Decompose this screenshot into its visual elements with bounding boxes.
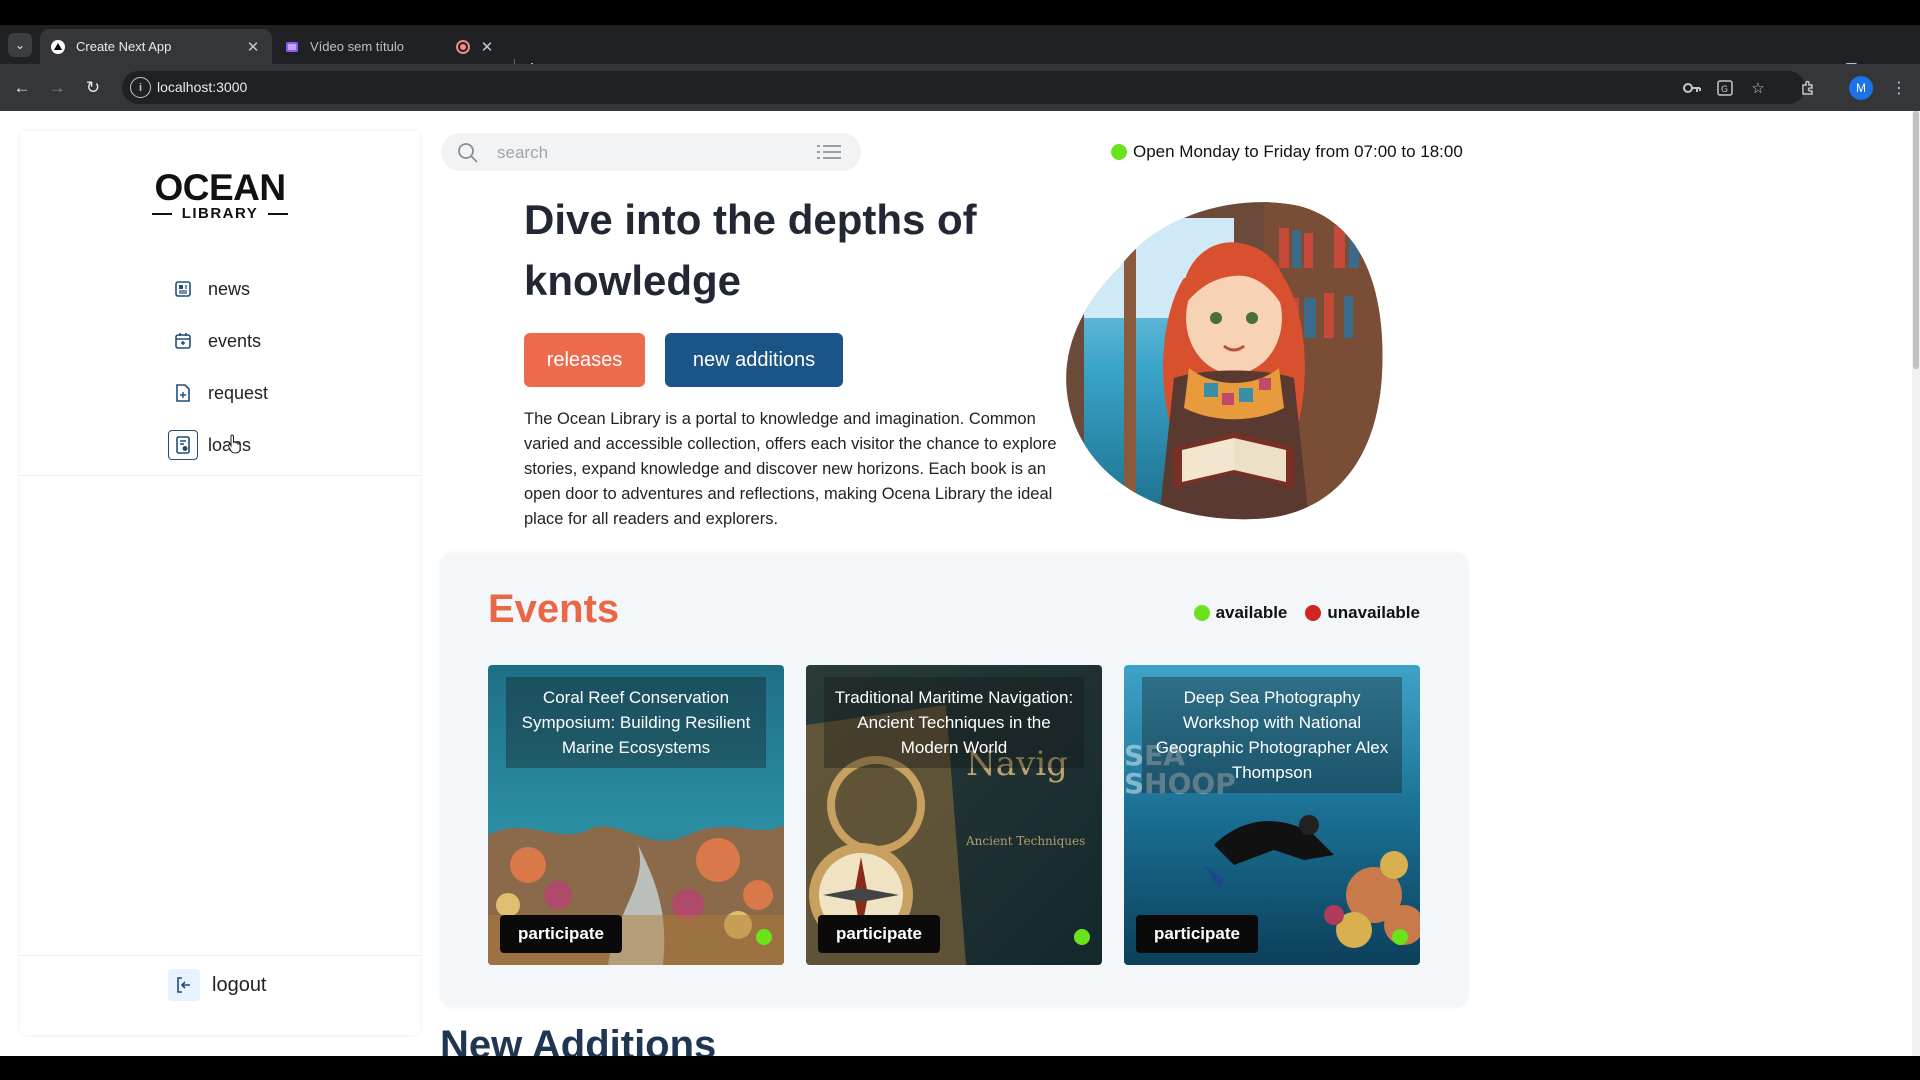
logout-button[interactable]: logout	[168, 967, 267, 1003]
logout-icon	[168, 969, 200, 1001]
logo-dash	[268, 212, 289, 215]
scrollbar-thumb[interactable]	[1913, 111, 1919, 369]
ocean-library-logo[interactable]: OCEAN LIBRARY	[20, 169, 420, 222]
hand-cursor-icon	[227, 434, 241, 454]
logo-main: OCEAN	[154, 167, 286, 208]
translate-icon[interactable]: G	[1714, 77, 1736, 99]
new-additions-title: New Additions	[440, 1023, 717, 1056]
newspaper-icon	[168, 274, 198, 304]
sidebar-item-events[interactable]: events	[168, 323, 261, 359]
sidebar-item-request[interactable]: request	[168, 375, 268, 411]
sidebar-item-label: events	[208, 330, 262, 351]
clipchamp-icon	[284, 39, 300, 55]
close-tab-icon[interactable]: ✕	[244, 38, 262, 56]
search-input[interactable]: search	[497, 143, 548, 163]
tab-video[interactable]: Vídeo sem título ✕	[274, 29, 506, 64]
site-info-icon[interactable]: i	[130, 77, 151, 98]
page-viewport: OCEAN LIBRARY news events request logout…	[0, 111, 1920, 1056]
event-title: Coral Reef Conservation Symposium: Build…	[506, 677, 766, 768]
status-available-dot	[1392, 929, 1408, 945]
logo-dash	[151, 212, 172, 215]
available-dot	[1193, 605, 1210, 621]
sidebar: OCEAN LIBRARY news events request logout	[20, 131, 420, 1035]
svg-text:Ancient Techniques: Ancient Techniques	[965, 834, 1085, 848]
participate-button[interactable]: participate	[1136, 915, 1258, 953]
filter-menu-icon[interactable]	[817, 144, 841, 160]
sidebar-divider	[20, 955, 420, 956]
browser-tab-bar: ⌄ Create Next App ✕ Vídeo sem título ✕ +…	[0, 25, 1920, 80]
events-title: Events	[488, 587, 620, 631]
hero-illustration-reader	[1066, 202, 1383, 520]
open-hours-text: Open Monday to Friday from 07:00 to 18:0…	[1133, 142, 1463, 161]
chevron-down-icon: ⌄	[14, 38, 26, 52]
document-icon	[168, 378, 198, 408]
event-card[interactable]: SEA SHOOP Deep Sea Photography Workshop …	[1124, 665, 1420, 965]
legend-unavailable: unavailable	[1327, 603, 1420, 622]
profile-avatar[interactable]: M	[1849, 76, 1873, 100]
status-available-dot	[756, 929, 772, 945]
search-icon	[458, 143, 478, 163]
nextjs-triangle-icon	[50, 39, 66, 55]
bookmark-star-icon[interactable]: ☆	[1747, 77, 1769, 99]
new-additions-button[interactable]: new additions	[665, 333, 843, 387]
open-status-dot	[1111, 144, 1127, 160]
status-available-dot	[1074, 929, 1090, 945]
participate-button[interactable]: participate	[500, 915, 622, 953]
legend-available: available	[1215, 603, 1288, 622]
url-text: localhost:3000	[157, 79, 248, 95]
reload-icon[interactable]: ↻	[79, 74, 107, 102]
open-hours-status: Open Monday to Friday from 07:00 to 18:0…	[1111, 142, 1463, 162]
sidebar-divider	[20, 475, 420, 476]
logo-sub: LIBRARY	[181, 205, 259, 222]
sidebar-item-label: request	[208, 382, 269, 403]
hero-title: Dive into the depths of knowledge	[524, 196, 977, 304]
event-title: Traditional Maritime Navigation: Ancient…	[824, 677, 1084, 768]
sidebar-item-news[interactable]: news	[168, 271, 250, 307]
close-tab-icon[interactable]: ✕	[478, 38, 496, 56]
tab-search-button[interactable]: ⌄	[8, 33, 32, 57]
events-section: Events available unavailable Coral Reef …	[440, 553, 1468, 1007]
tab-title: Create Next App	[76, 39, 172, 54]
more-menu-icon[interactable]: ⋮	[1886, 75, 1912, 101]
availability-legend: available unavailable	[1193, 603, 1420, 623]
hero-description: The Ocean Library is a portal to knowled…	[524, 410, 1057, 528]
address-bar[interactable]: i localhost:3000 G ☆	[122, 71, 1805, 104]
recording-icon	[456, 39, 470, 54]
password-key-icon[interactable]	[1681, 77, 1703, 99]
event-card[interactable]: Navig Ancient Techniques Traditional Mar…	[806, 665, 1102, 965]
tab-create-next-app[interactable]: Create Next App ✕	[40, 29, 272, 64]
calendar-icon	[168, 326, 198, 356]
search-bar[interactable]: search	[441, 133, 861, 171]
book-loan-icon	[168, 430, 198, 460]
tab-title: Vídeo sem título	[310, 39, 404, 54]
svg-text:G: G	[1721, 85, 1728, 95]
back-icon[interactable]: ←	[8, 74, 36, 102]
page-scrollbar[interactable]	[1912, 111, 1920, 1056]
screen-bottom-border	[0, 1056, 1920, 1080]
extensions-puzzle-icon[interactable]	[1795, 75, 1821, 101]
forward-icon[interactable]: →	[43, 74, 71, 102]
screen-top-border	[0, 0, 1920, 25]
browser-toolbar: ← → ↻ i localhost:3000 G ☆ M ⋮	[0, 64, 1920, 111]
logout-label: logout	[212, 973, 267, 996]
event-title: Deep Sea Photography Workshop with Natio…	[1142, 677, 1402, 793]
event-card[interactable]: Coral Reef Conservation Symposium: Build…	[488, 665, 784, 965]
participate-button[interactable]: participate	[818, 915, 940, 953]
unavailable-dot	[1305, 605, 1322, 621]
sidebar-item-label: news	[208, 278, 251, 299]
releases-button[interactable]: releases	[524, 333, 645, 387]
